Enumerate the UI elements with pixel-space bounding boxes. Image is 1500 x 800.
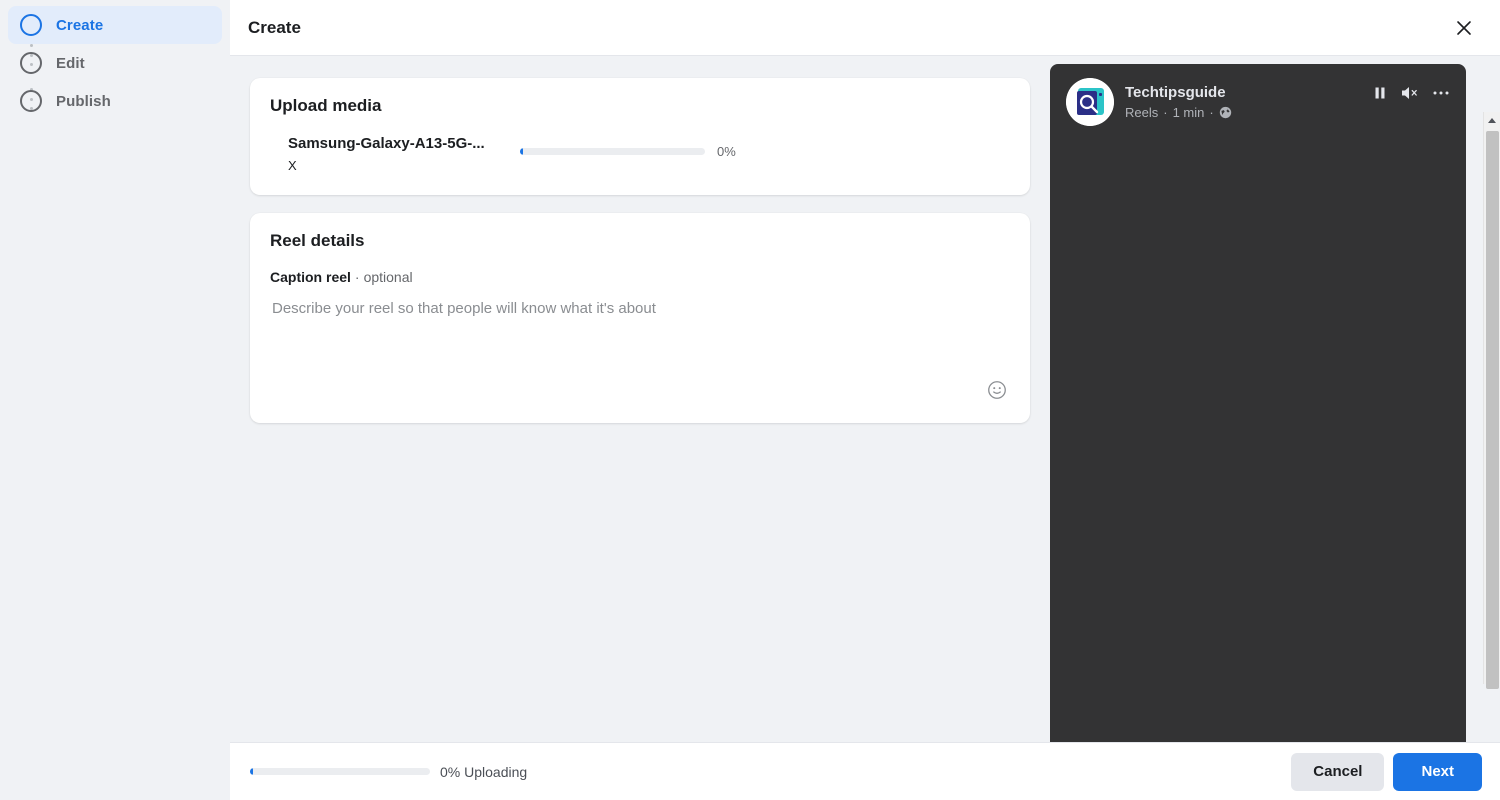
upload-file-block: Samsung-Galaxy-A13-5G-... X: [288, 134, 520, 175]
form-column: Upload media Samsung-Galaxy-A13-5G-... X…: [230, 56, 1050, 742]
step-circle-icon: [20, 52, 42, 74]
sidebar-step-create[interactable]: Create: [8, 6, 222, 44]
steps-sidebar: Create Edit Publish: [0, 0, 230, 800]
caption-field-label: Caption reel · optional: [270, 269, 1010, 285]
preview-account-name: Techtipsguide: [1125, 83, 1226, 101]
sidebar-step-publish[interactable]: Publish: [8, 82, 222, 120]
dialog-body: Upload media Samsung-Galaxy-A13-5G-... X…: [230, 56, 1500, 742]
preview-header: Techtipsguide Reels · 1 min ·: [1050, 64, 1466, 126]
next-button[interactable]: Next: [1393, 752, 1482, 791]
preview-surface-label: Reels: [1125, 104, 1159, 120]
pause-button[interactable]: [1372, 85, 1388, 101]
page-title: Create: [248, 17, 301, 37]
uploaded-file-name: Samsung-Galaxy-A13-5G-...: [288, 135, 485, 152]
vertical-scrollbar[interactable]: [1483, 112, 1500, 689]
footer-upload-status: 0% Uploading: [250, 764, 527, 780]
remove-file-button[interactable]: X: [288, 157, 297, 175]
upload-progress-fill: [520, 148, 523, 155]
scroll-up-button[interactable]: [1484, 112, 1500, 129]
dialog-footer: 0% Uploading Cancel Next: [230, 742, 1500, 800]
reel-preview-panel: Techtipsguide Reels · 1 min ·: [1050, 64, 1466, 742]
more-options-button[interactable]: [1432, 85, 1450, 101]
preview-account-subline: Reels · 1 min ·: [1125, 104, 1232, 122]
footer-status-text: 0% Uploading: [440, 763, 528, 780]
upload-file-row: Samsung-Galaxy-A13-5G-... X 0%: [270, 134, 1010, 175]
avatar[interactable]: [1066, 78, 1114, 126]
caption-label-separator: ·: [354, 269, 360, 285]
footer-progress-fill: [250, 768, 253, 775]
sidebar-step-label: Edit: [56, 54, 85, 72]
footer-progress-bar: [250, 768, 430, 775]
upload-media-title: Upload media: [270, 96, 382, 115]
upload-progress-percent: 0%: [717, 144, 736, 159]
scrollbar-track[interactable]: [1484, 129, 1500, 689]
close-button[interactable]: [1446, 10, 1482, 46]
reel-details-title: Reel details: [270, 231, 365, 250]
dialog-pane: Create Upload media Samsung-Galaxy-A13-5…: [230, 0, 1500, 800]
preview-account-meta: Techtipsguide Reels · 1 min ·: [1125, 83, 1232, 122]
pause-icon: [1375, 87, 1385, 99]
caption-input-area[interactable]: Describe your reel so that people will k…: [270, 299, 1010, 403]
step-circle-icon: [20, 90, 42, 112]
upload-progress-bar: [520, 148, 705, 155]
magnifier-logo-avatar-icon: [1066, 78, 1114, 126]
step-circle-icon: [20, 14, 42, 36]
upload-progress-group: 0%: [520, 144, 736, 159]
caption-optional-text: optional: [363, 269, 413, 285]
preview-duration: 1 min: [1172, 104, 1205, 120]
dialog-header: Create: [230, 0, 1500, 56]
globe-icon: [1219, 106, 1231, 119]
create-reel-dialog: Create Edit Publish Create Upload media …: [0, 0, 1500, 800]
mute-icon: [1402, 87, 1417, 99]
sidebar-step-edit[interactable]: Edit: [8, 44, 222, 82]
preview-separator-1: ·: [1163, 104, 1168, 120]
sidebar-step-label: Publish: [56, 92, 111, 110]
cancel-button[interactable]: Cancel: [1291, 752, 1385, 791]
close-icon: [1457, 20, 1471, 35]
reel-details-card: Reel details Caption reel · optional Descr…: [250, 213, 1030, 423]
caption-label-text: Caption reel: [270, 269, 351, 285]
preview-controls: [1372, 85, 1450, 119]
caption-placeholder: Describe your reel so that people will k…: [272, 300, 656, 317]
mute-button[interactable]: [1400, 85, 1420, 101]
sidebar-step-label: Create: [56, 16, 104, 34]
emoji-picker-button[interactable]: [984, 377, 1010, 403]
upload-media-card: Upload media Samsung-Galaxy-A13-5G-... X…: [250, 78, 1030, 195]
footer-actions: Cancel Next: [1291, 752, 1482, 791]
more-options-icon: [1433, 91, 1449, 95]
emoji-smiley-icon: [988, 381, 1006, 399]
preview-separator-2: ·: [1209, 104, 1214, 120]
chevron-up-icon: [1488, 118, 1496, 123]
scrollbar-thumb[interactable]: [1485, 131, 1499, 689]
